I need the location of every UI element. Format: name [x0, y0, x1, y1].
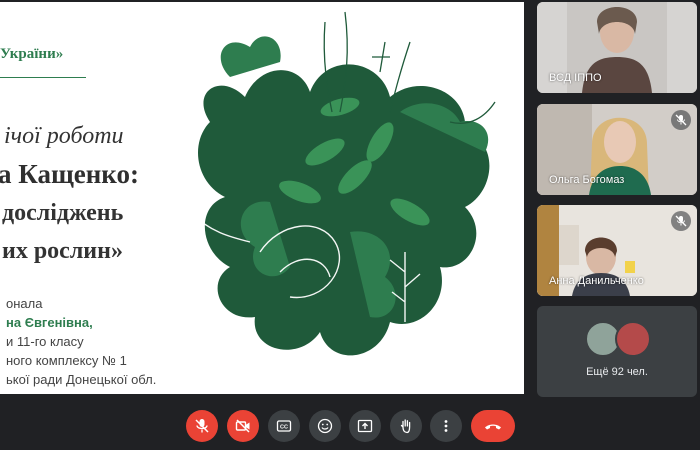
participant-name: Анна Данильченко	[549, 275, 644, 287]
slide-header: України»	[0, 46, 64, 62]
others-count: Ещё 92 чел.	[586, 366, 648, 378]
slide-title-line-2: а Кащенко:	[0, 159, 139, 189]
more-options-button[interactable]	[430, 410, 462, 442]
header-divider	[0, 77, 86, 78]
slide-author-line-3: и 11-го класу	[6, 334, 84, 349]
slide-title-line-4: их рослин»	[2, 238, 123, 264]
end-call-button[interactable]	[471, 410, 515, 442]
slide-author-line-5: ької ради Донецької обл.	[6, 372, 157, 387]
raise-hand-button[interactable]	[390, 410, 422, 442]
captions-icon: CC	[276, 420, 292, 432]
presentation-slide: України» ічої роботи а Кащенко: дослідже…	[0, 2, 524, 394]
slide-title-line-1: ічої роботи	[4, 123, 124, 149]
mic-off-icon	[195, 419, 209, 433]
reactions-button[interactable]	[309, 410, 341, 442]
participant-tile[interactable]: ВСД ІППО	[537, 2, 697, 93]
mic-muted-indicator	[671, 211, 691, 231]
present-button[interactable]	[349, 410, 381, 442]
raise-hand-icon	[400, 419, 411, 434]
slide-author-line-1: онала	[6, 296, 43, 311]
slide-author-line-4: ного комплексу № 1	[6, 353, 127, 368]
camera-off-icon	[235, 419, 250, 433]
present-icon	[357, 419, 373, 433]
emoji-icon	[317, 418, 333, 434]
mic-off-icon	[675, 215, 687, 227]
mic-muted-indicator	[671, 110, 691, 130]
botanical-illustration	[189, 11, 496, 356]
others-tile[interactable]: Ещё 92 чел.	[537, 306, 697, 397]
mic-off-icon	[675, 114, 687, 126]
captions-button[interactable]: CC	[268, 410, 300, 442]
more-icon	[444, 420, 448, 432]
mic-toggle-button[interactable]	[186, 410, 218, 442]
slide-title-line-3: досліджень	[2, 200, 124, 226]
slide-author-name: на Євгенівна,	[6, 315, 93, 330]
participant-tile[interactable]: Ольга Богомаз	[537, 104, 697, 195]
svg-text:CC: CC	[280, 425, 288, 431]
participant-name: ВСД ІППО	[549, 72, 602, 84]
avatar	[615, 321, 651, 357]
participant-name: Ольга Богомаз	[549, 174, 625, 186]
end-call-icon	[485, 424, 501, 430]
camera-toggle-button[interactable]	[227, 410, 259, 442]
participant-tile[interactable]: Анна Данильченко	[537, 205, 697, 296]
